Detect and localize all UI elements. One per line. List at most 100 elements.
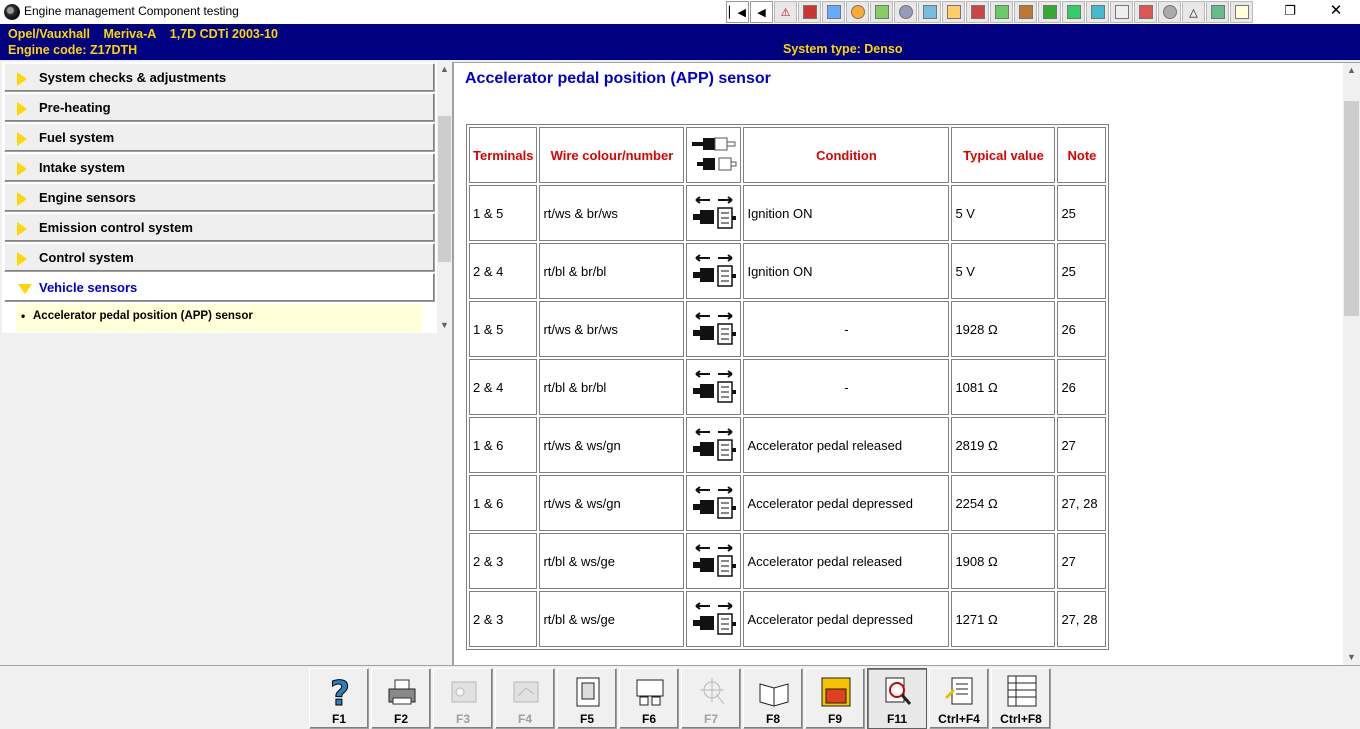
gear-icon[interactable] (846, 1, 869, 23)
nav-item-fuel-system[interactable]: Fuel system (4, 123, 435, 152)
content-scroll-thumb[interactable] (1344, 101, 1359, 316)
cell-note: 25 (1057, 243, 1107, 299)
cell-value: 1928 Ω (951, 301, 1056, 357)
nav-scroll-thumb[interactable] (438, 116, 451, 262)
connector-test-icon (686, 475, 742, 531)
nav-item-vehicle-sensors[interactable]: Vehicle sensors (4, 273, 435, 302)
fkey-label: F9 (827, 712, 842, 726)
nav-item-label: Emission control system (39, 220, 193, 235)
arrow-right-icon (15, 221, 27, 237)
content-panel: Accelerator pedal position (APP) sensor … (452, 62, 1360, 665)
cell-value: 5 V (951, 243, 1056, 299)
tyres-icon[interactable] (1014, 1, 1037, 23)
header-typical-value: Typical value (951, 127, 1056, 183)
f2-print-button[interactable]: F2 (371, 668, 431, 729)
nav-item-label: Pre-heating (39, 100, 111, 115)
service-icon[interactable] (966, 1, 989, 23)
vehicle-engine: 1,7D CDTi 2003-10 (169, 27, 278, 41)
scroll-down-icon[interactable]: ▼ (437, 318, 452, 333)
ctrl-f4-button[interactable]: Ctrl+F4 (929, 668, 989, 729)
f3-button[interactable]: F3 (433, 668, 493, 729)
connector-test-icon (686, 301, 742, 357)
codes-icon[interactable] (1038, 1, 1061, 23)
nav-item-engine-sensors[interactable]: Engine sensors (4, 183, 435, 212)
manual-icon[interactable] (798, 1, 821, 23)
brake-icon[interactable] (1158, 1, 1181, 23)
parts-icon[interactable] (1062, 1, 1085, 23)
vehicle-model: Meriva-A (103, 27, 157, 41)
close-button[interactable]: ✕ (1326, 1, 1346, 21)
cell-condition: Accelerator pedal released (743, 417, 950, 473)
cell-terminals: 1 & 6 (469, 417, 538, 473)
nav-item-intake-system[interactable]: Intake system (4, 153, 435, 182)
arrow-right-icon (15, 251, 27, 267)
table-row: 1 & 6 rt/ws & ws/gn Accelerator pedal de… (469, 475, 1107, 531)
data-icon[interactable] (1086, 1, 1109, 23)
nav-scrollbar[interactable]: ▲ ▼ (437, 62, 452, 333)
f11-button[interactable]: F11 (867, 668, 927, 729)
restore-button[interactable]: ❐ (1281, 3, 1299, 21)
nav-item-emission-control[interactable]: Emission control system (4, 213, 435, 242)
header-terminals: Terminals (469, 127, 538, 183)
vehicle-make: Opel/Vauxhall (8, 27, 90, 41)
cell-value: 1081 Ω (951, 359, 1056, 415)
scroll-up-icon[interactable]: ▲ (1343, 63, 1360, 78)
f9-button[interactable]: F9 (805, 668, 865, 729)
first-icon[interactable]: ▏◀ (726, 1, 749, 23)
connector-test-icon (686, 533, 742, 589)
vehicle-line: Opel/Vauxhall Meriva-A 1,7D CDTi 2003-10 (8, 27, 288, 41)
svg-text:?: ? (330, 674, 350, 710)
cell-terminals: 2 & 3 (469, 591, 538, 647)
ctrl-f8-button[interactable]: Ctrl+F8 (991, 668, 1051, 729)
document-icon[interactable] (1230, 1, 1253, 23)
component-location-icon (448, 674, 480, 710)
nav-item-pre-heating[interactable]: Pre-heating (4, 93, 435, 122)
table-row: 1 & 5 rt/ws & br/ws Ignition ON 5 V 25 (469, 185, 1107, 241)
fkey-label: F8 (765, 712, 780, 726)
table-header-row: Terminals Wire colour/number Condition T… (469, 127, 1107, 183)
timing-icon[interactable] (942, 1, 965, 23)
header-wire: Wire colour/number (539, 127, 685, 183)
bullet-icon: • (21, 309, 26, 323)
hand-icon[interactable] (1110, 1, 1133, 23)
diagnostics-icon[interactable] (918, 1, 941, 23)
table-body: 1 & 5 rt/ws & br/ws Ignition ON 5 V 25 2… (469, 185, 1107, 647)
tools-icon[interactable] (870, 1, 893, 23)
back-icon[interactable]: ◀ (750, 1, 773, 23)
f7-button[interactable]: F7 (681, 668, 741, 729)
nav-item-label: Vehicle sensors (39, 280, 138, 295)
vehicle-icon[interactable] (1206, 1, 1229, 23)
nav-item-control-system[interactable]: Control system (4, 243, 435, 272)
clock-icon[interactable] (894, 1, 917, 23)
fuse-icon (572, 674, 604, 710)
warning-icon[interactable]: ⚠ (774, 1, 797, 23)
app-icon (4, 4, 20, 20)
f5-button[interactable]: F5 (557, 668, 617, 729)
triangle-icon[interactable]: △ (1182, 1, 1205, 23)
nav-item-system-checks[interactable]: System checks & adjustments (4, 63, 435, 92)
f1-help-button[interactable]: ? F1 (309, 668, 369, 729)
nav-subitem-app-sensor[interactable]: • Accelerator pedal position (APP) senso… (16, 304, 422, 332)
table-row: 2 & 4 rt/bl & br/bl Ignition ON 5 V 25 (469, 243, 1107, 299)
f6-button[interactable]: F6 (619, 668, 679, 729)
cell-wire: rt/ws & br/ws (539, 185, 685, 241)
connector-test-icon (686, 185, 742, 241)
repair-icon[interactable] (1134, 1, 1157, 23)
content-scrollbar[interactable]: ▲ ▼ (1343, 63, 1360, 665)
header-note: Note (1057, 127, 1107, 183)
cell-terminals: 1 & 5 (469, 301, 538, 357)
fkey-label: F5 (579, 712, 594, 726)
cell-note: 26 (1057, 359, 1107, 415)
f4-button[interactable]: F4 (495, 668, 555, 729)
book-icon (758, 674, 790, 710)
car-icon[interactable] (822, 1, 845, 23)
fault-code-icon (820, 674, 852, 710)
cell-condition: Ignition ON (743, 243, 950, 299)
f8-button[interactable]: F8 (743, 668, 803, 729)
cell-terminals: 1 & 5 (469, 185, 538, 241)
scroll-up-icon[interactable]: ▲ (437, 62, 452, 77)
electrics-icon[interactable] (990, 1, 1013, 23)
scroll-down-icon[interactable]: ▼ (1343, 650, 1360, 665)
connector-test-icon (686, 243, 742, 299)
cell-wire: rt/bl & ws/ge (539, 533, 685, 589)
